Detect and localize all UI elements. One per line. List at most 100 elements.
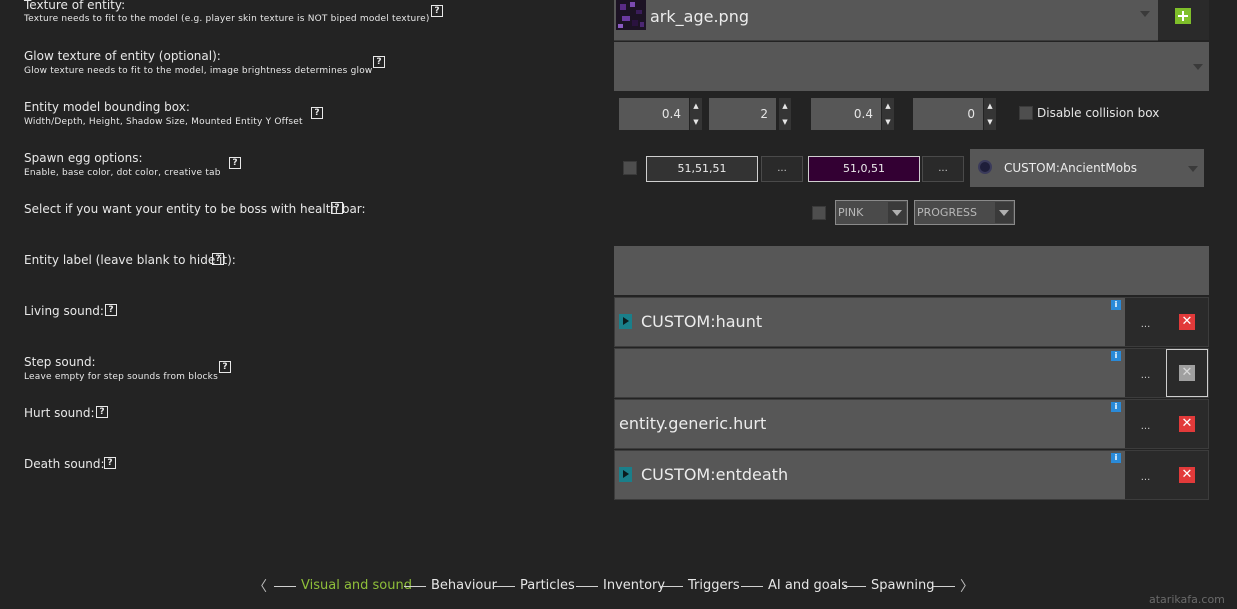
disable-collision-label: Disable collision box	[1037, 106, 1160, 120]
boss-style-dropdown[interactable]	[995, 202, 1013, 223]
spin-up-icon[interactable]: ▲	[779, 98, 791, 114]
bbox-help-icon[interactable]: ?	[311, 107, 323, 119]
death-sound-browse-button[interactable]: ...	[1125, 451, 1166, 499]
play-icon[interactable]	[619, 467, 632, 482]
spin-down-icon[interactable]: ▼	[779, 114, 791, 130]
hurt-sound-value: entity.generic.hurt	[619, 414, 767, 433]
bbox-shadow-spinner[interactable]: ▲ ▼	[882, 98, 894, 130]
spin-down-icon[interactable]: ▼	[882, 114, 894, 130]
boss-style-select[interactable]: PROGRESS	[914, 200, 1015, 225]
watermark: atarikafa.com	[1149, 593, 1225, 606]
add-texture-button[interactable]	[1158, 0, 1209, 40]
egg-base-color-picker-button[interactable]: ...	[761, 156, 803, 182]
step-sound-clear-button[interactable]: ✕	[1166, 349, 1208, 397]
chevron-down-icon[interactable]	[1140, 11, 1150, 17]
nav-divider	[404, 586, 426, 587]
living-sound-browse-button[interactable]: ...	[1125, 298, 1166, 346]
death-sound-value: CUSTOM:entdeath	[641, 465, 789, 484]
glow-label: Glow texture of entity (optional):	[24, 49, 221, 63]
death-sound-clear-button[interactable]: ✕	[1166, 451, 1208, 499]
glow-help-icon[interactable]: ?	[373, 56, 385, 68]
hurt-sound-browse-button[interactable]: ...	[1125, 400, 1166, 448]
tab-ai-and-goals[interactable]: AI and goals	[768, 578, 848, 593]
living-sound-clear-button[interactable]: ✕	[1166, 298, 1208, 346]
hurt-sound-selector[interactable]: entity.generic.hurt i ... ✕	[614, 399, 1209, 449]
tab-particles[interactable]: Particles	[520, 578, 575, 593]
bbox-offset-input[interactable]: 0	[913, 98, 983, 130]
spin-down-icon[interactable]: ▼	[984, 114, 996, 130]
creative-tab-value: CUSTOM:AncientMobs	[1004, 161, 1137, 175]
texture-help-icon[interactable]: ?	[431, 5, 443, 17]
tab-inventory[interactable]: Inventory	[603, 578, 665, 593]
bbox-width-input[interactable]: 0.4	[619, 98, 689, 130]
info-icon[interactable]: i	[1111, 402, 1121, 412]
bbox-width-spinner[interactable]: ▲ ▼	[690, 98, 702, 130]
bbox-height-spinner[interactable]: ▲ ▼	[779, 98, 791, 130]
death-sound-selector[interactable]: CUSTOM:entdeath i ... ✕	[614, 450, 1209, 500]
disable-collision-checkbox[interactable]	[1019, 106, 1033, 120]
tab-triggers[interactable]: Triggers	[688, 578, 740, 593]
nav-divider	[493, 586, 515, 587]
creative-tab-icon	[978, 160, 992, 174]
glow-texture-select[interactable]	[614, 42, 1209, 91]
hurt-sound-help-icon[interactable]: ?	[96, 406, 108, 418]
boss-enable-checkbox[interactable]	[812, 206, 826, 220]
boss-color-dropdown[interactable]	[888, 202, 906, 223]
spin-down-icon[interactable]: ▼	[690, 114, 702, 130]
nav-divider	[274, 586, 296, 587]
nav-divider	[576, 586, 598, 587]
prev-page-arrow-icon[interactable]: 〈	[253, 576, 267, 596]
bbox-height-input[interactable]: 2	[709, 98, 776, 130]
nav-divider	[661, 586, 683, 587]
creative-tab-select[interactable]: CUSTOM:AncientMobs	[970, 149, 1204, 187]
spin-up-icon[interactable]: ▲	[690, 98, 702, 114]
spin-up-icon[interactable]: ▲	[984, 98, 996, 114]
tab-behaviour[interactable]: Behaviour	[431, 578, 497, 593]
nav-divider	[741, 586, 763, 587]
boss-color-select[interactable]: PINK	[835, 200, 908, 225]
info-icon[interactable]: i	[1111, 453, 1121, 463]
close-icon: ✕	[1179, 416, 1195, 432]
texture-sublabel: Texture needs to fit to the model (e.g. …	[24, 14, 430, 24]
step-sound-label: Step sound:	[24, 355, 96, 369]
egg-dot-color-picker-button[interactable]: ...	[922, 156, 964, 182]
egg-help-icon[interactable]: ?	[229, 157, 241, 169]
death-sound-help-icon[interactable]: ?	[104, 457, 116, 469]
bbox-shadow-input[interactable]: 0.4	[811, 98, 881, 130]
next-page-arrow-icon[interactable]: 〉	[960, 576, 974, 596]
close-icon: ✕	[1179, 467, 1195, 483]
chevron-down-icon[interactable]	[1188, 166, 1198, 172]
hurt-sound-label: Hurt sound:	[24, 406, 95, 420]
spawn-egg-enable-checkbox[interactable]	[623, 161, 637, 175]
spin-up-icon[interactable]: ▲	[882, 98, 894, 114]
tab-visual-and-sound[interactable]: Visual and sound	[301, 578, 412, 593]
glow-sublabel: Glow texture needs to fit to the model, …	[24, 66, 373, 76]
hurt-sound-clear-button[interactable]: ✕	[1166, 400, 1208, 448]
entity-label-input[interactable]	[614, 246, 1209, 295]
egg-label: Spawn egg options:	[24, 151, 143, 165]
living-sound-label: Living sound:	[24, 304, 104, 318]
step-sound-selector[interactable]: i ... ✕	[614, 348, 1209, 398]
egg-base-color-field[interactable]: 51,51,51	[646, 156, 758, 182]
nav-divider	[844, 586, 866, 587]
tab-spawning[interactable]: Spawning	[871, 578, 934, 593]
chevron-down-icon[interactable]	[1193, 64, 1203, 70]
info-icon[interactable]: i	[1111, 351, 1121, 361]
egg-sublabel: Enable, base color, dot color, creative …	[24, 168, 221, 178]
step-sound-help-icon[interactable]: ?	[219, 361, 231, 373]
egg-dot-color-field[interactable]: 51,0,51	[808, 156, 920, 182]
bbox-offset-spinner[interactable]: ▲ ▼	[984, 98, 996, 130]
boss-help-icon[interactable]: ?	[331, 202, 343, 214]
entity-label-help-icon[interactable]: ?	[212, 253, 224, 265]
living-sound-selector[interactable]: CUSTOM:haunt i ... ✕	[614, 297, 1209, 347]
boss-color-value: PINK	[838, 206, 864, 219]
death-sound-label: Death sound:	[24, 457, 105, 471]
close-icon: ✕	[1179, 314, 1195, 330]
play-icon[interactable]	[619, 314, 632, 329]
living-sound-help-icon[interactable]: ?	[105, 304, 117, 316]
bbox-sublabel: Width/Depth, Height, Shadow Size, Mounte…	[24, 117, 303, 127]
texture-select[interactable]: ark_age.png	[614, 0, 1158, 41]
step-sound-browse-button[interactable]: ...	[1125, 349, 1166, 397]
step-sound-sublabel: Leave empty for step sounds from blocks	[24, 372, 218, 382]
info-icon[interactable]: i	[1111, 300, 1121, 310]
